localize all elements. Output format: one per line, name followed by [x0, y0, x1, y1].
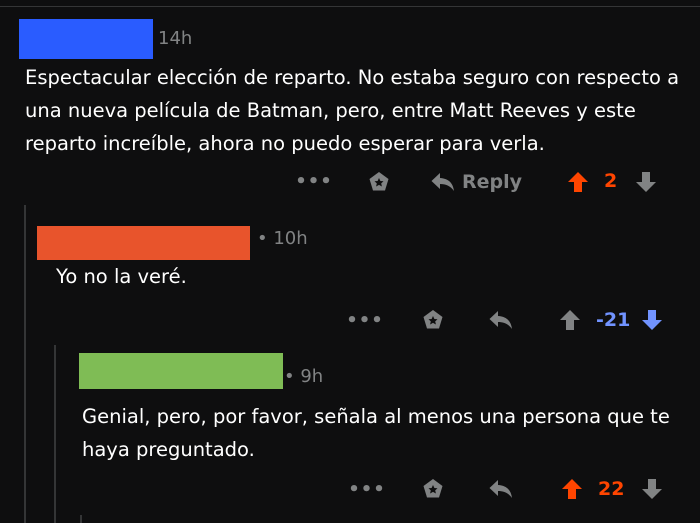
- thread-line-level-3[interactable]: [80, 515, 82, 523]
- redacted-username: [79, 353, 283, 389]
- comment-timestamp: 14h: [158, 28, 193, 49]
- comment-timestamp: • 10h: [257, 228, 308, 249]
- downvote-arrow-icon: [636, 172, 656, 192]
- redacted-username: [37, 226, 250, 260]
- downvote-arrow-icon: [642, 479, 662, 499]
- award-icon: [369, 172, 389, 191]
- reply-icon: [489, 480, 512, 498]
- vote-score: -21: [596, 309, 631, 331]
- comment-body: Genial, pero, por favor, señala al menos…: [82, 405, 670, 461]
- reply-button[interactable]: [486, 475, 516, 503]
- reply-button[interactable]: Reply: [430, 168, 522, 196]
- reply-label: Reply: [461, 171, 522, 193]
- thread-line-level-2[interactable]: [54, 345, 56, 523]
- upvote-button[interactable]: [564, 168, 592, 196]
- award-button[interactable]: [365, 168, 393, 196]
- downvote-button[interactable]: [638, 475, 666, 503]
- reply-icon: [431, 173, 454, 191]
- downvote-button[interactable]: [638, 306, 666, 334]
- reply-button[interactable]: [486, 306, 516, 334]
- more-options-button[interactable]: •••: [295, 170, 332, 192]
- award-icon: [423, 310, 443, 329]
- upvote-button[interactable]: [556, 306, 584, 334]
- upvote-arrow-icon: [568, 172, 588, 192]
- upvote-button[interactable]: [558, 475, 586, 503]
- thread-line-level-1[interactable]: [24, 205, 26, 523]
- award-button[interactable]: [419, 475, 447, 503]
- upvote-arrow-icon: [560, 310, 580, 330]
- comment-body: Espectacular elección de reparto. No est…: [25, 66, 680, 155]
- comment-timestamp: • 9h: [284, 366, 324, 387]
- award-button[interactable]: [419, 306, 447, 334]
- award-icon: [423, 479, 443, 498]
- downvote-button[interactable]: [632, 168, 660, 196]
- vote-score: 2: [604, 170, 618, 192]
- more-options-button[interactable]: •••: [348, 478, 385, 500]
- upvote-arrow-icon: [562, 479, 582, 499]
- comment-body: Yo no la veré.: [56, 265, 187, 288]
- top-divider: [0, 0, 700, 7]
- redacted-username: [19, 19, 153, 59]
- vote-score: 22: [598, 478, 625, 500]
- downvote-arrow-icon: [642, 310, 662, 330]
- reply-icon: [489, 311, 512, 329]
- more-options-button[interactable]: •••: [346, 309, 383, 331]
